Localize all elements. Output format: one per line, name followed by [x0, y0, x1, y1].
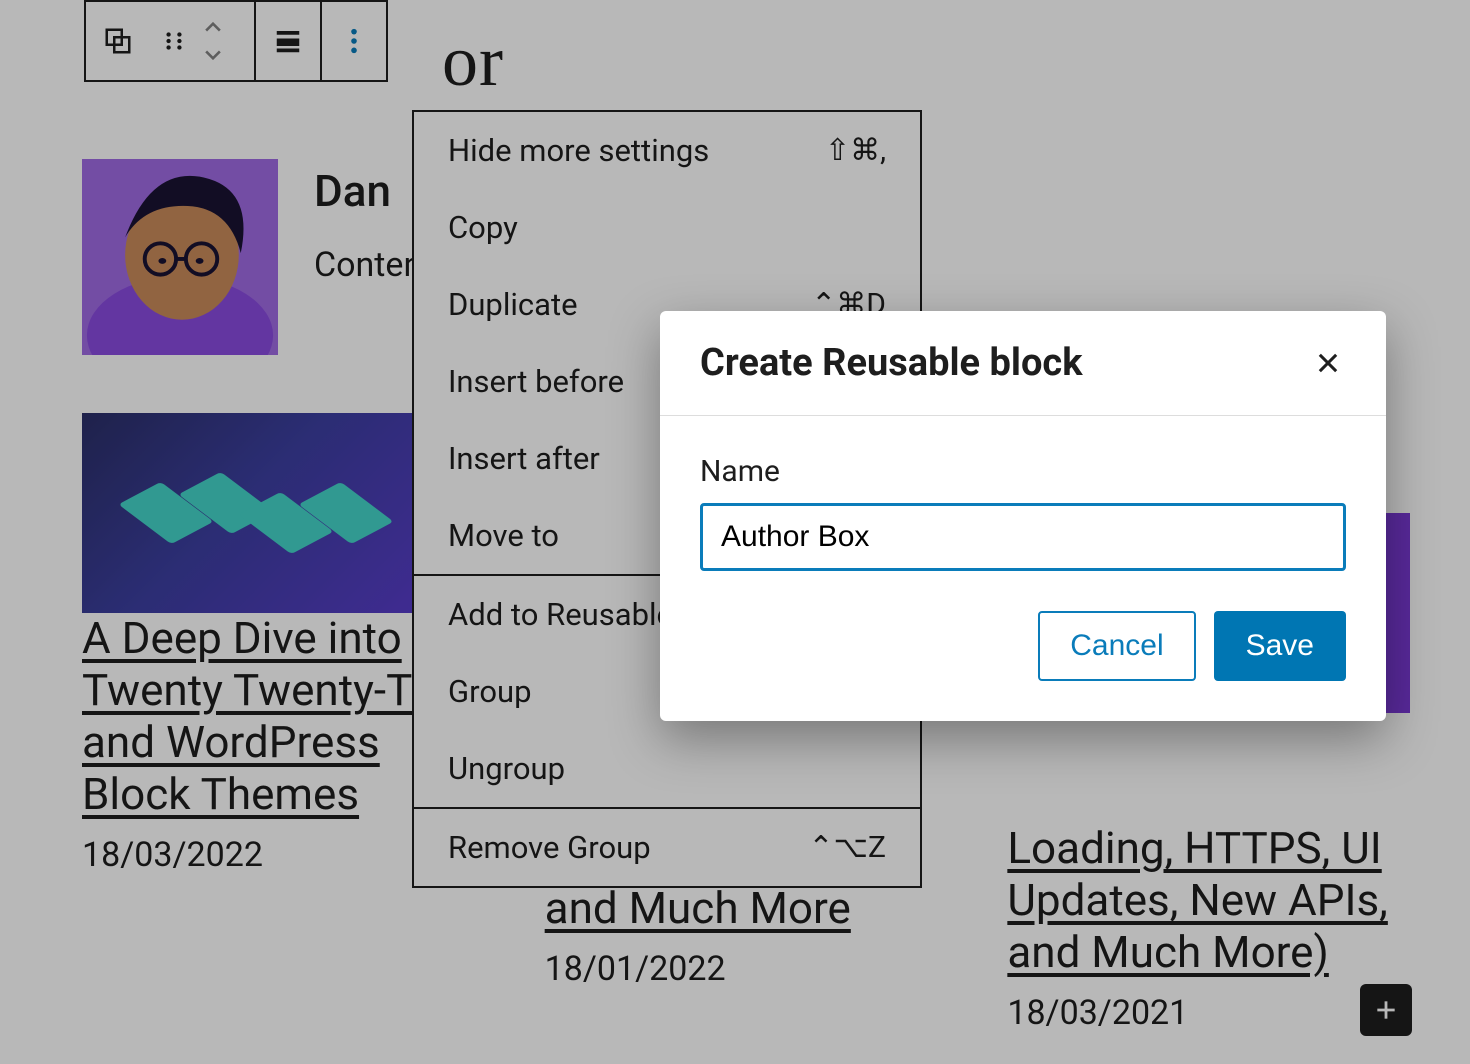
- post-date: 18/01/2022: [545, 949, 948, 989]
- cancel-button[interactable]: Cancel: [1038, 611, 1195, 681]
- close-icon[interactable]: [1310, 345, 1346, 381]
- dialog-title: Create Reusable block: [700, 341, 1083, 385]
- save-button[interactable]: Save: [1214, 611, 1346, 681]
- post-title-link[interactable]: and Much More: [545, 882, 851, 934]
- menu-shortcut: ⌃⌥Z: [808, 830, 886, 865]
- post-date: 18/03/2021: [1007, 993, 1410, 1033]
- create-reusable-block-dialog: Create Reusable block Name Cancel Save: [660, 311, 1386, 721]
- menu-label: Insert before: [448, 363, 624, 400]
- menu-label: Ungroup: [448, 750, 565, 787]
- author-avatar: [82, 159, 278, 355]
- name-field-label: Name: [700, 454, 1346, 489]
- align-button[interactable]: [260, 3, 316, 79]
- menu-label: Move to: [448, 517, 559, 554]
- menu-remove-group[interactable]: Remove Group ⌃⌥Z: [414, 809, 920, 886]
- menu-copy[interactable]: Copy: [414, 189, 920, 266]
- menu-hide-settings[interactable]: Hide more settings ⇧⌘,: [414, 112, 920, 189]
- menu-label: Remove Group: [448, 829, 651, 866]
- menu-label: Duplicate: [448, 286, 578, 323]
- add-block-button[interactable]: [1360, 984, 1412, 1036]
- menu-shortcut: ⇧⌘,: [825, 133, 886, 168]
- menu-label: Group: [448, 673, 532, 710]
- block-type-icon[interactable]: [90, 3, 146, 79]
- menu-label: Insert after: [448, 440, 600, 477]
- drag-handle-icon[interactable]: [146, 3, 202, 79]
- name-field[interactable]: [700, 503, 1346, 571]
- block-toolbar: [84, 0, 388, 82]
- menu-ungroup[interactable]: Ungroup: [414, 730, 920, 807]
- menu-label: Copy: [448, 209, 518, 246]
- block-mover[interactable]: [202, 22, 250, 60]
- post-title-link[interactable]: Loading, HTTPS, UI Updates, New APIs, an…: [1007, 823, 1410, 979]
- menu-label: Hide more settings: [448, 132, 709, 169]
- more-options-button[interactable]: [326, 3, 382, 79]
